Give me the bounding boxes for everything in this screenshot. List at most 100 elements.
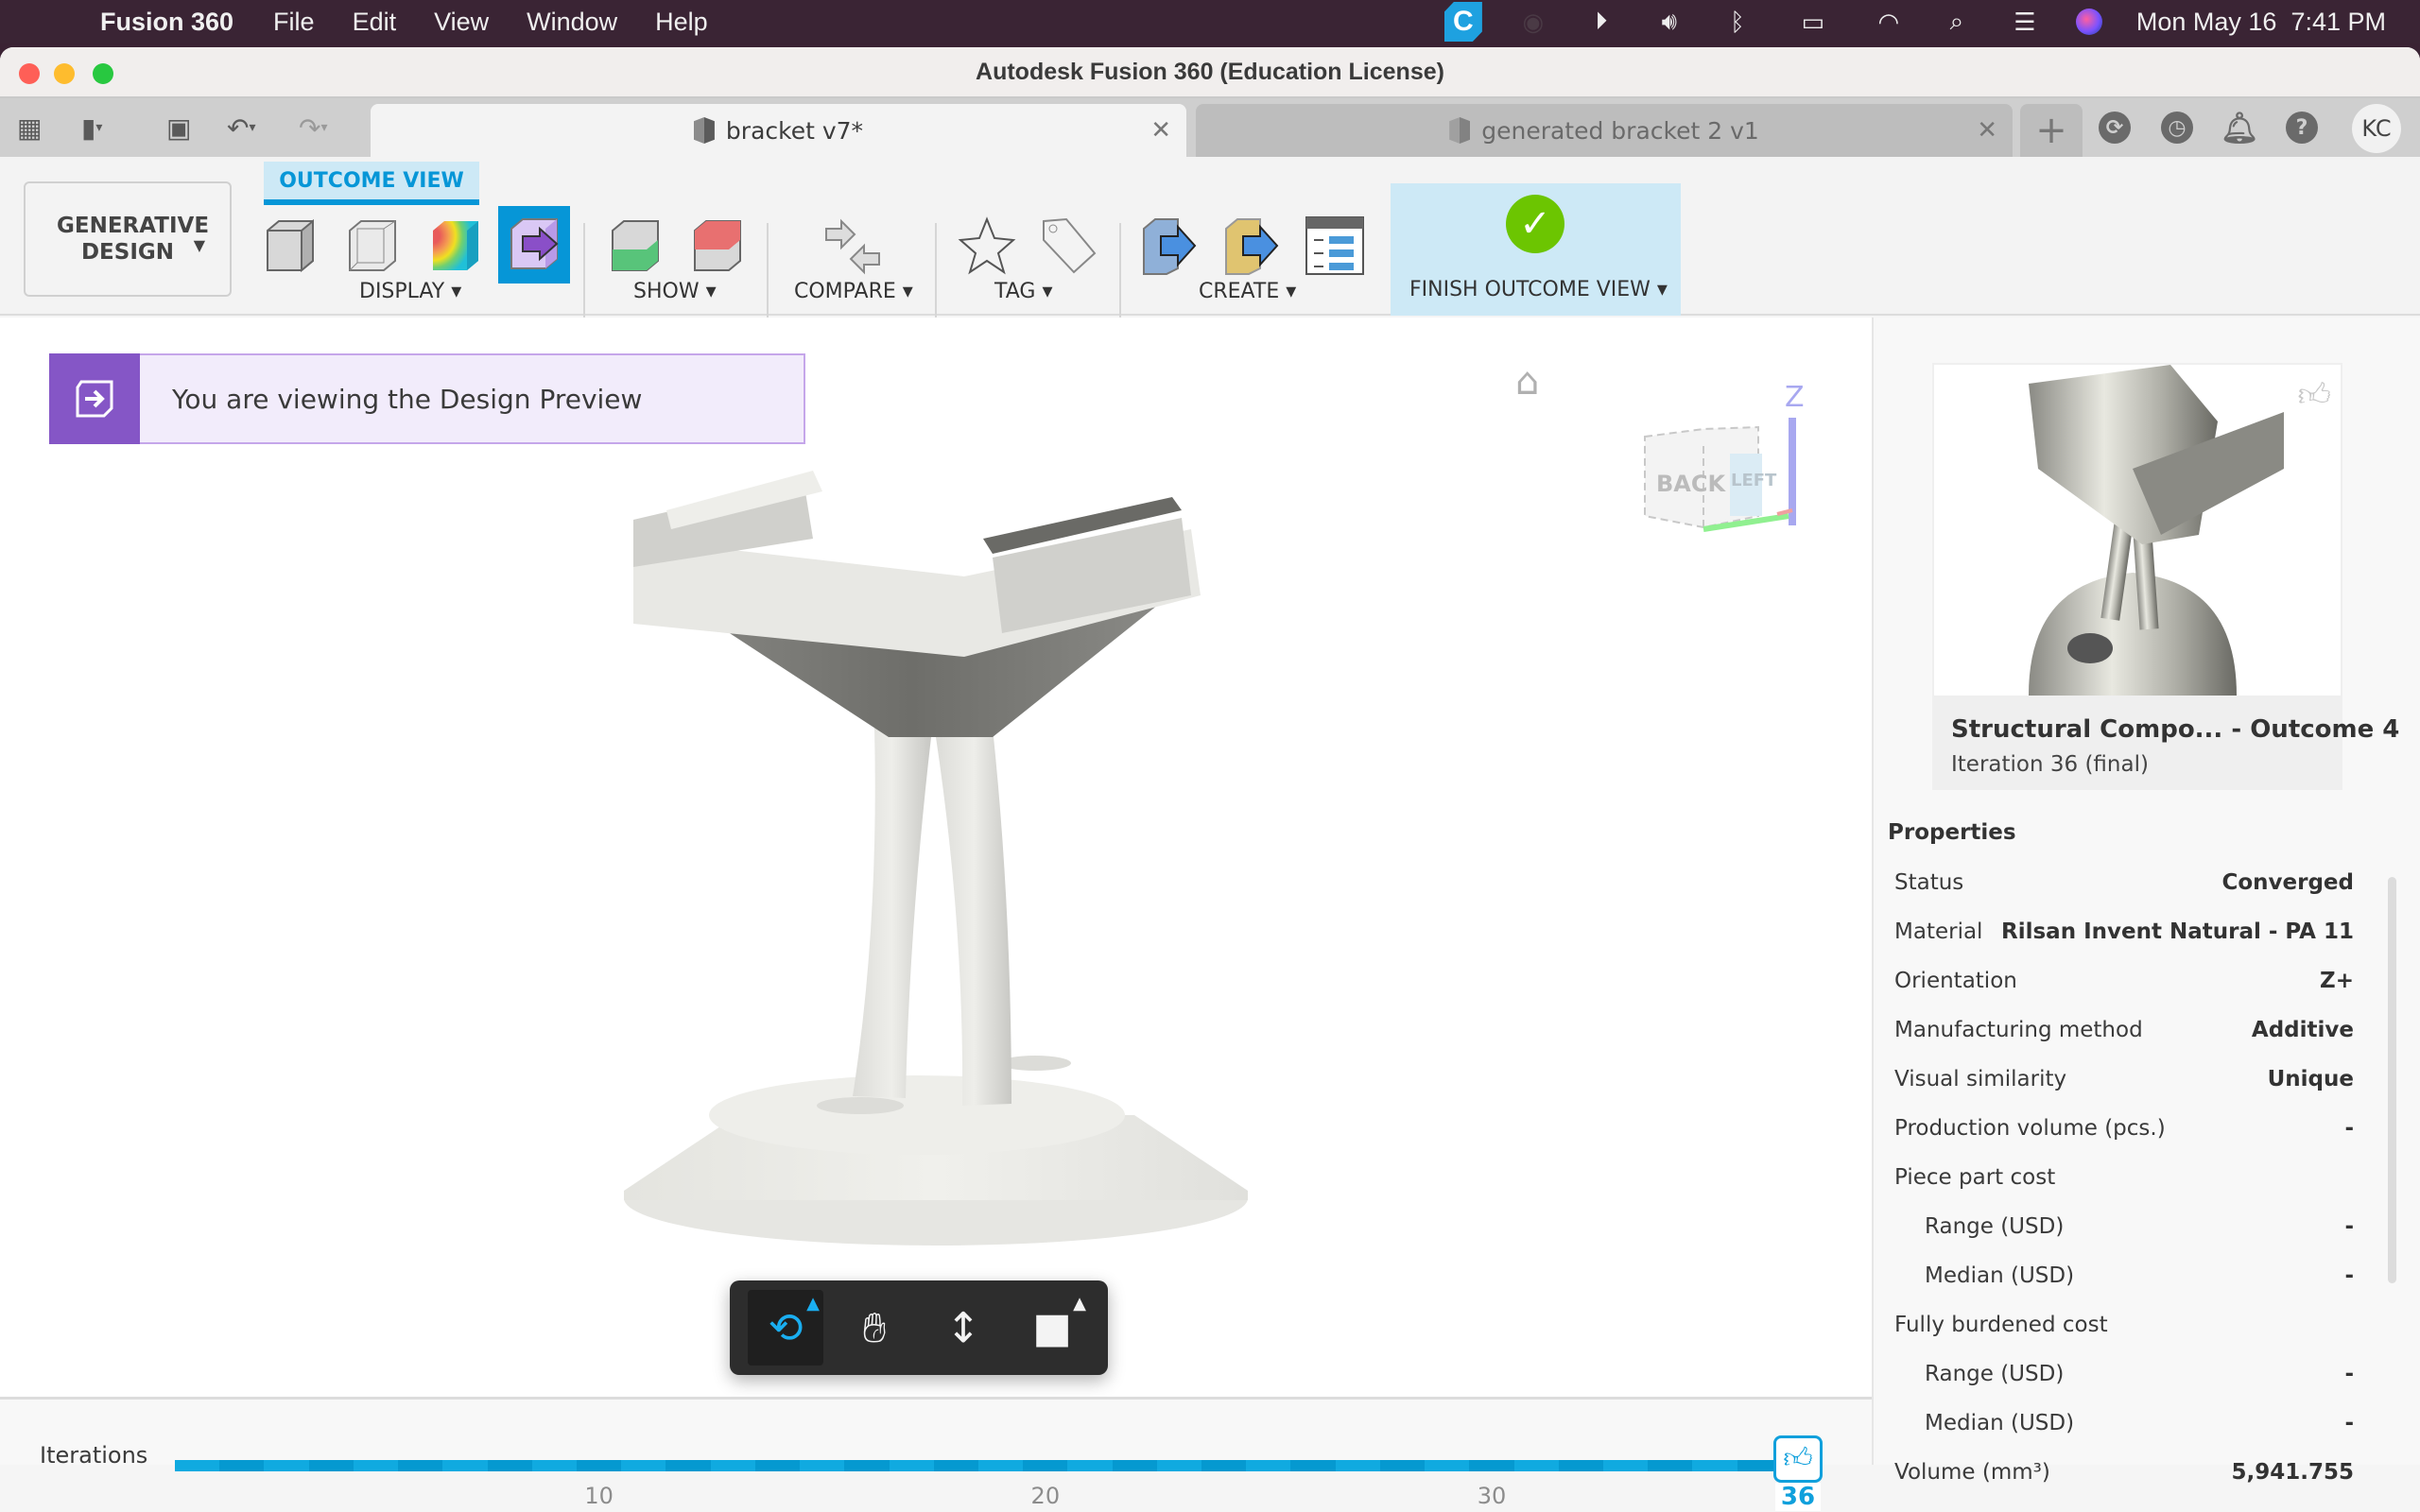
iteration-segment[interactable] [666, 1460, 711, 1471]
iteration-segment[interactable] [531, 1460, 577, 1471]
iteration-segment[interactable] [1023, 1460, 1068, 1471]
app-menu[interactable]: Fusion 360 [100, 8, 233, 37]
iteration-segment[interactable] [219, 1460, 265, 1471]
window-maximize-button[interactable] [93, 63, 113, 84]
iteration-segment[interactable] [754, 1460, 801, 1471]
iterations-track[interactable] [175, 1460, 1782, 1471]
undo-icon[interactable]: ↶ ▾ [227, 112, 256, 144]
spotlight-search-icon[interactable]: ⌕ [1940, 5, 1974, 39]
design-preview-icon[interactable] [504, 214, 564, 274]
iteration-segment[interactable] [889, 1460, 934, 1471]
thumbs-up-icon[interactable]: 👍︎ [2297, 376, 2331, 415]
iteration-segment[interactable] [621, 1460, 666, 1471]
volume-icon[interactable]: 🔊︎ [1652, 5, 1686, 39]
back-face-label[interactable]: BACK [1656, 471, 1726, 497]
window-minimize-button[interactable] [54, 63, 75, 84]
iteration-segment[interactable] [576, 1460, 622, 1471]
redo-icon[interactable]: ↷ ▾ [299, 112, 328, 144]
3d-viewport[interactable]: You are viewing the Design Preview ⌂ Z B… [0, 318, 1872, 1397]
iteration-segment[interactable] [1290, 1460, 1336, 1471]
iteration-segment[interactable] [1067, 1460, 1113, 1471]
iteration-segment[interactable] [800, 1460, 845, 1471]
iteration-segment[interactable] [1379, 1460, 1426, 1471]
menu-edit[interactable]: Edit [353, 8, 397, 37]
tab-generated-bracket[interactable]: generated bracket 2 v1 ✕ [1196, 104, 2013, 157]
job-status-clock-icon[interactable]: ◷ [2161, 112, 2193, 144]
pan-hand-icon[interactable]: ✋︎ [837, 1290, 912, 1366]
zoom-arrows-icon[interactable]: ↕ [925, 1290, 1001, 1366]
show-preserve-geometry-icon[interactable] [605, 215, 666, 276]
close-tab-icon[interactable]: ✕ [1150, 116, 1171, 145]
iteration-segment[interactable] [398, 1460, 443, 1471]
menu-view[interactable]: View [434, 8, 489, 37]
workspace-switcher[interactable]: GENERATIVE DESIGN ▼ [24, 181, 232, 297]
iteration-segment[interactable] [353, 1460, 399, 1471]
offline-sync-icon[interactable]: ⟳ [2099, 112, 2131, 144]
play-icon[interactable]: ⏵ [1584, 5, 1618, 39]
menu-help[interactable]: Help [655, 8, 708, 37]
control-center-icon[interactable]: ☰ [2008, 5, 2042, 39]
bracket-3d-model[interactable] [605, 454, 1267, 1285]
tab-outcome-view[interactable]: OUTCOME VIEW [264, 162, 479, 205]
iteration-segment[interactable] [1558, 1460, 1603, 1471]
iteration-segment[interactable] [1603, 1460, 1649, 1471]
mesh-wireframe-icon[interactable] [342, 215, 403, 276]
menu-window[interactable]: Window [527, 8, 617, 37]
save-icon[interactable]: ▣ [166, 112, 191, 144]
window-close-button[interactable] [19, 63, 40, 84]
adobe-cc-icon[interactable]: ◉ [1516, 5, 1550, 39]
orbit-tool-button[interactable]: ⟲ ▲ [748, 1290, 823, 1366]
iteration-segment[interactable] [1335, 1460, 1380, 1471]
iteration-segment[interactable] [1112, 1460, 1157, 1471]
iteration-segment[interactable] [487, 1460, 532, 1471]
iteration-segment[interactable] [1201, 1460, 1247, 1471]
iteration-segment[interactable] [933, 1460, 978, 1471]
user-avatar[interactable]: KC [2352, 104, 2401, 153]
iteration-segment[interactable] [442, 1460, 488, 1471]
iteration-segment[interactable] [1469, 1460, 1514, 1471]
camera-icon[interactable]: ■ ▲ [1014, 1290, 1090, 1366]
display-group-label[interactable]: DISPLAY ▾ [359, 280, 461, 303]
left-face-label[interactable]: LEFT [1731, 471, 1777, 490]
export-list-icon[interactable] [1305, 215, 1365, 276]
iteration-segment[interactable] [1246, 1460, 1291, 1471]
create-group-label[interactable]: CREATE ▾ [1199, 280, 1296, 303]
menu-file[interactable]: File [273, 8, 315, 37]
data-panel-grid-icon[interactable]: ▦ [17, 112, 42, 144]
create-design-icon[interactable] [1140, 215, 1201, 276]
iteration-segment[interactable] [977, 1460, 1024, 1471]
show-group-label[interactable]: SHOW ▾ [633, 280, 717, 303]
tag-label-icon[interactable] [1038, 215, 1098, 276]
create-mesh-design-icon[interactable] [1222, 215, 1283, 276]
creative-cloud-icon[interactable]: C [1443, 2, 1482, 42]
iteration-segment[interactable] [308, 1460, 354, 1471]
stress-display-icon[interactable] [425, 215, 486, 276]
iteration-segment[interactable] [1513, 1460, 1559, 1471]
battery-charging-icon[interactable]: ▭ [1789, 5, 1838, 39]
file-menu-icon[interactable]: ▮ ▾ [81, 112, 102, 144]
bluetooth-icon[interactable]: ᛒ [1720, 5, 1754, 39]
home-view-icon[interactable]: ⌂ [1515, 363, 1553, 401]
view-cube[interactable]: Z BACK LEFT [1635, 374, 1806, 535]
wifi-icon[interactable]: ◠ [1872, 5, 1906, 39]
outcome-card[interactable]: 👍︎ Structural Compo... - Outcome 4 Itera… [1932, 363, 2399, 790]
new-tab-button[interactable]: + [2020, 104, 2083, 157]
iteration-segment[interactable] [1692, 1460, 1737, 1471]
properties-scrollbar[interactable] [2388, 877, 2396, 1283]
iteration-segment[interactable] [1156, 1460, 1202, 1471]
iteration-segment[interactable] [844, 1460, 890, 1471]
notifications-bell-icon[interactable]: 🔔︎ [2221, 110, 2259, 146]
iteration-segment[interactable] [1648, 1460, 1693, 1471]
iteration-segment[interactable] [264, 1460, 309, 1471]
favorite-star-icon[interactable] [957, 215, 1017, 276]
help-icon[interactable]: ? [2286, 112, 2318, 144]
close-tab-icon[interactable]: ✕ [1977, 116, 1997, 145]
tab-bracket-v7[interactable]: bracket v7* ✕ [371, 104, 1186, 157]
clock[interactable]: Mon May 16 7:41 PM [2136, 8, 2386, 37]
iteration-segment[interactable] [1425, 1460, 1470, 1471]
iteration-segment[interactable] [175, 1460, 220, 1471]
compare-arrows-icon[interactable] [822, 215, 883, 276]
show-obstacle-geometry-icon[interactable] [687, 215, 748, 276]
siri-icon[interactable] [2075, 9, 2102, 35]
tag-group-label[interactable]: TAG ▾ [994, 280, 1053, 303]
